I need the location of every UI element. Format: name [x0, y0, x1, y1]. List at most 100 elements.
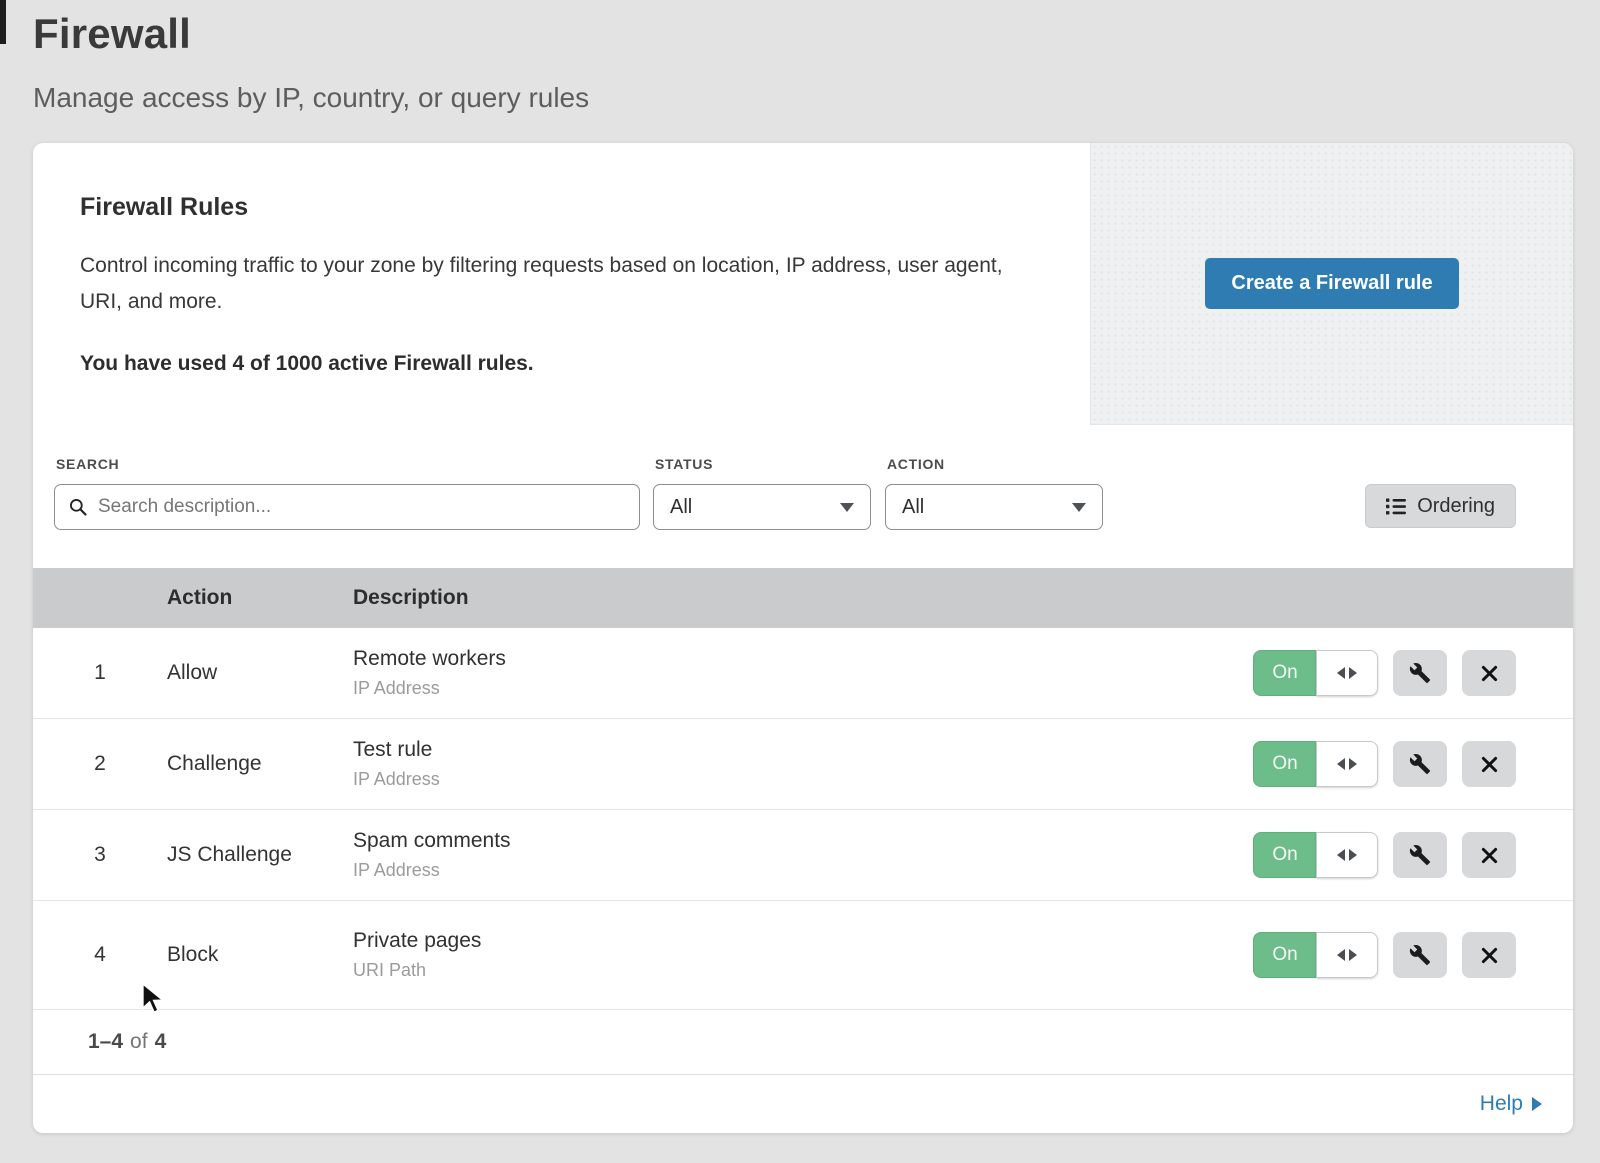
- edit-rule-button[interactable]: [1393, 650, 1447, 696]
- rule-action: Challenge: [167, 752, 353, 776]
- toggle-drag-handle[interactable]: [1316, 650, 1378, 696]
- help-link[interactable]: Help: [1480, 1092, 1542, 1116]
- rule-row: 1 Allow Remote workers IP Address On: [33, 628, 1573, 719]
- left-arrow-icon: [1337, 949, 1345, 961]
- filters-bar: SEARCH STATUS All ACTION All: [33, 425, 1573, 568]
- rule-number: 2: [33, 752, 167, 776]
- toggle-on-label: On: [1253, 932, 1316, 978]
- create-firewall-rule-button[interactable]: Create a Firewall rule: [1205, 258, 1458, 309]
- rule-match-type: URI Path: [353, 960, 1253, 981]
- edit-rule-button[interactable]: [1393, 932, 1447, 978]
- firewall-rules-card: Firewall Rules Control incoming traffic …: [33, 143, 1573, 1133]
- mouse-cursor: [141, 982, 171, 1016]
- rule-description: Remote workers: [353, 647, 1253, 671]
- rule-number: 3: [33, 843, 167, 867]
- create-rule-panel: Create a Firewall rule: [1090, 143, 1573, 425]
- close-icon: [1479, 754, 1500, 775]
- action-select[interactable]: All: [885, 484, 1103, 530]
- rule-controls: On: [1253, 932, 1573, 978]
- pagination-range: 1–4: [88, 1030, 123, 1054]
- rule-controls: On: [1253, 650, 1573, 696]
- wrench-icon: [1409, 844, 1431, 866]
- chevron-down-icon: [1072, 503, 1086, 512]
- rule-row: 2 Challenge Test rule IP Address On: [33, 719, 1573, 810]
- toggle-drag-handle[interactable]: [1316, 832, 1378, 878]
- card-footer: Help: [33, 1074, 1573, 1132]
- rule-action: Block: [167, 943, 353, 967]
- status-filter: STATUS All: [653, 456, 871, 530]
- rule-description-cell: Private pages URI Path: [353, 929, 1253, 981]
- pagination: 1–4 of 4: [33, 1010, 1573, 1074]
- rule-enabled-toggle[interactable]: On: [1253, 832, 1378, 878]
- rule-enabled-toggle[interactable]: On: [1253, 650, 1378, 696]
- rule-controls: On: [1253, 832, 1573, 878]
- pagination-total: 4: [155, 1030, 167, 1054]
- rule-description-cell: Spam comments IP Address: [353, 829, 1253, 881]
- page-header: Firewall Manage access by IP, country, o…: [0, 0, 1600, 114]
- rule-description: Test rule: [353, 738, 1253, 762]
- delete-rule-button[interactable]: [1462, 932, 1516, 978]
- rule-row: 4 Block Private pages URI Path On: [33, 901, 1573, 1010]
- delete-rule-button[interactable]: [1462, 832, 1516, 878]
- rule-controls: On: [1253, 741, 1573, 787]
- page-subtitle: Manage access by IP, country, or query r…: [33, 82, 1600, 114]
- toggle-on-label: On: [1253, 832, 1316, 878]
- rule-description-cell: Remote workers IP Address: [353, 647, 1253, 699]
- screen-edge-artifact: [0, 0, 6, 44]
- search-icon: [68, 497, 88, 517]
- search-label: SEARCH: [56, 456, 640, 472]
- close-icon: [1479, 945, 1500, 966]
- delete-rule-button[interactable]: [1462, 650, 1516, 696]
- left-arrow-icon: [1337, 849, 1345, 861]
- rule-action: Allow: [167, 661, 353, 685]
- ordering-button[interactable]: Ordering: [1365, 484, 1516, 528]
- toggle-drag-handle[interactable]: [1316, 932, 1378, 978]
- wrench-icon: [1409, 662, 1431, 684]
- status-label: STATUS: [655, 456, 871, 472]
- help-arrow-icon: [1532, 1097, 1542, 1111]
- right-arrow-icon: [1349, 949, 1357, 961]
- toggle-on-label: On: [1253, 650, 1316, 696]
- rule-description-cell: Test rule IP Address: [353, 738, 1253, 790]
- right-arrow-icon: [1349, 758, 1357, 770]
- toggle-on-label: On: [1253, 741, 1316, 787]
- rule-action: JS Challenge: [167, 843, 353, 867]
- usage-note: You have used 4 of 1000 active Firewall …: [80, 352, 1050, 376]
- action-selected-value: All: [902, 496, 924, 519]
- list-ordering-icon: [1386, 498, 1406, 515]
- status-select[interactable]: All: [653, 484, 871, 530]
- rule-number: 1: [33, 661, 167, 685]
- close-icon: [1479, 845, 1500, 866]
- section-title: Firewall Rules: [80, 193, 1050, 222]
- help-link-label: Help: [1480, 1092, 1523, 1116]
- ordering-button-label: Ordering: [1417, 495, 1495, 518]
- toggle-drag-handle[interactable]: [1316, 741, 1378, 787]
- right-arrow-icon: [1349, 667, 1357, 679]
- action-filter: ACTION All: [885, 456, 1103, 530]
- search-input[interactable]: [98, 496, 626, 518]
- search-box[interactable]: [54, 484, 640, 530]
- edit-rule-button[interactable]: [1393, 832, 1447, 878]
- action-label: ACTION: [887, 456, 1103, 472]
- right-arrow-icon: [1349, 849, 1357, 861]
- rule-row: 3 JS Challenge Spam comments IP Address …: [33, 810, 1573, 901]
- pagination-separator: of: [130, 1030, 148, 1054]
- chevron-down-icon: [840, 503, 854, 512]
- status-selected-value: All: [670, 496, 692, 519]
- overview-section: Firewall Rules Control incoming traffic …: [33, 143, 1573, 425]
- rule-match-type: IP Address: [353, 769, 1253, 790]
- overview-text: Firewall Rules Control incoming traffic …: [33, 143, 1090, 425]
- rule-match-type: IP Address: [353, 860, 1253, 881]
- rule-description: Private pages: [353, 929, 1253, 953]
- left-arrow-icon: [1337, 667, 1345, 679]
- rule-enabled-toggle[interactable]: On: [1253, 932, 1378, 978]
- action-column-header: Action: [167, 586, 353, 610]
- section-description: Control incoming traffic to your zone by…: [80, 248, 1030, 320]
- delete-rule-button[interactable]: [1462, 741, 1516, 787]
- wrench-icon: [1409, 753, 1431, 775]
- rule-enabled-toggle[interactable]: On: [1253, 741, 1378, 787]
- edit-rule-button[interactable]: [1393, 741, 1447, 787]
- wrench-icon: [1409, 944, 1431, 966]
- rule-number: 4: [33, 943, 167, 967]
- table-header: Action Description: [33, 568, 1573, 628]
